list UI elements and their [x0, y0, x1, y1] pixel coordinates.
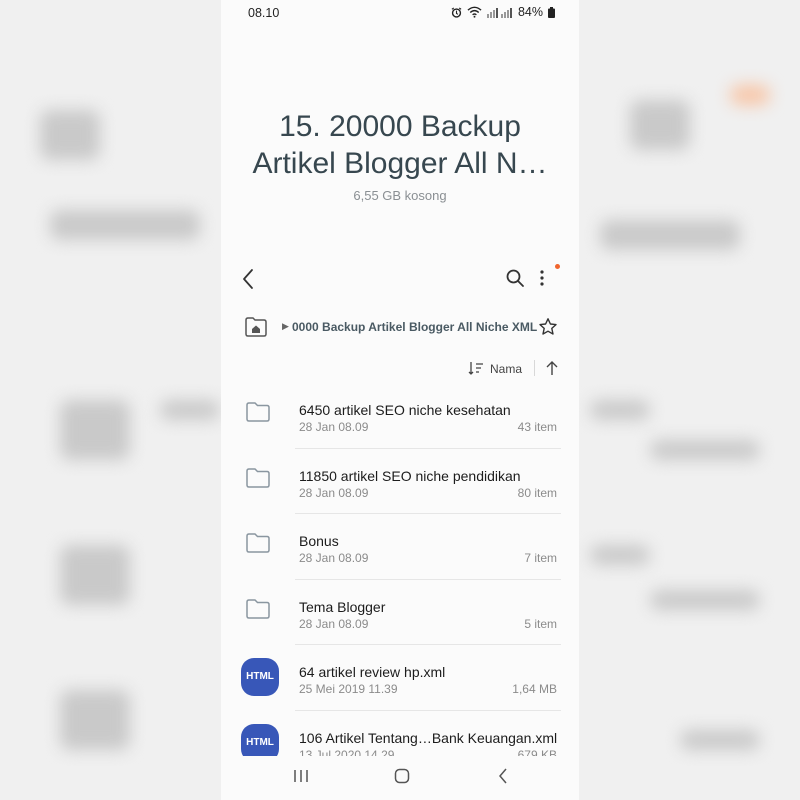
notification-dot: [555, 264, 560, 269]
html-file-icon: HTML: [241, 658, 279, 696]
back-icon[interactable]: [241, 268, 255, 295]
breadcrumb: ▶ 0000 Backup Artikel Blogger All Niche …: [221, 314, 579, 342]
toolbar: [221, 264, 579, 296]
alarm-icon: [451, 6, 462, 18]
folder-icon: [245, 401, 271, 428]
item-date: 28 Jan 08.09: [299, 616, 369, 631]
sort-icon[interactable]: [468, 361, 484, 378]
item-name: 64 artikel review hp.xml: [299, 664, 446, 680]
item-count: 7 item: [524, 551, 557, 565]
folder-icon: [245, 532, 271, 559]
folder-icon: [245, 598, 271, 625]
item-count: 5 item: [524, 616, 557, 631]
star-icon[interactable]: [538, 317, 558, 342]
item-date: 28 Jan 08.09: [299, 420, 369, 434]
item-name: Tema Blogger: [299, 598, 386, 615]
sort-bar: Nama: [221, 358, 579, 380]
item-name: Bonus: [299, 533, 339, 549]
folder-icon: [245, 467, 271, 494]
item-date: 28 Jan 08.09: [299, 551, 369, 565]
home-folder-icon[interactable]: [244, 316, 268, 343]
item-count: 80 item: [517, 485, 557, 500]
status-time: 08.10: [248, 6, 280, 20]
sort-divider: [534, 360, 535, 376]
folder-header: 15. 20000 Backup Artikel Blogger All N… …: [221, 108, 579, 203]
file-list: 6450 artikel SEO niche kesehatan 28 Jan …: [221, 383, 579, 776]
item-name: 11850 artikel SEO niche pendidikan: [299, 467, 521, 484]
item-name: 6450 artikel SEO niche kesehatan: [299, 402, 511, 418]
status-bar: 08.10 84%: [221, 0, 579, 26]
breadcrumb-current-folder[interactable]: 0000 Backup Artikel Blogger All Niche XM…: [292, 320, 537, 334]
list-item[interactable]: 11850 artikel SEO niche pendidikan 28 Ja…: [221, 449, 579, 514]
list-item[interactable]: Tema Blogger 28 Jan 08.09 5 item: [221, 580, 579, 645]
list-item[interactable]: HTML 64 artikel review hp.xml 25 Mei 201…: [221, 645, 579, 711]
sort-label[interactable]: Nama: [490, 362, 522, 376]
system-nav-bar: [221, 756, 579, 800]
list-item[interactable]: 6450 artikel SEO niche kesehatan 28 Jan …: [221, 383, 579, 449]
item-date: 28 Jan 08.09: [299, 485, 369, 500]
folder-title: 15. 20000 Backup Artikel Blogger All N…: [252, 110, 548, 180]
item-size: 1,64 MB: [512, 682, 557, 696]
arrow-up-icon[interactable]: [545, 360, 559, 379]
phone-screen: 08.10 84% 15. 20000 Backup Artikel Blogg…: [221, 0, 579, 800]
storage-free: 6,55 GB kosong: [353, 188, 447, 203]
signal-icon: [486, 7, 513, 18]
battery-percent: 84%: [517, 5, 543, 19]
item-date: 25 Mei 2019 11.39: [299, 682, 398, 696]
recent-apps-icon[interactable]: [293, 768, 309, 789]
wifi-icon: [467, 6, 482, 18]
search-icon[interactable]: [505, 268, 525, 293]
breadcrumb-caret-icon: ▶: [282, 321, 289, 331]
battery-icon: [548, 6, 555, 18]
item-name: 106 Artikel Tentang…Bank Keuangan.xml: [299, 729, 558, 746]
item-count: 43 item: [517, 420, 557, 434]
nav-back-icon[interactable]: [497, 768, 509, 789]
more-icon[interactable]: [539, 268, 545, 293]
home-icon[interactable]: [394, 768, 410, 789]
list-item[interactable]: Bonus 28 Jan 08.09 7 item: [221, 514, 579, 580]
